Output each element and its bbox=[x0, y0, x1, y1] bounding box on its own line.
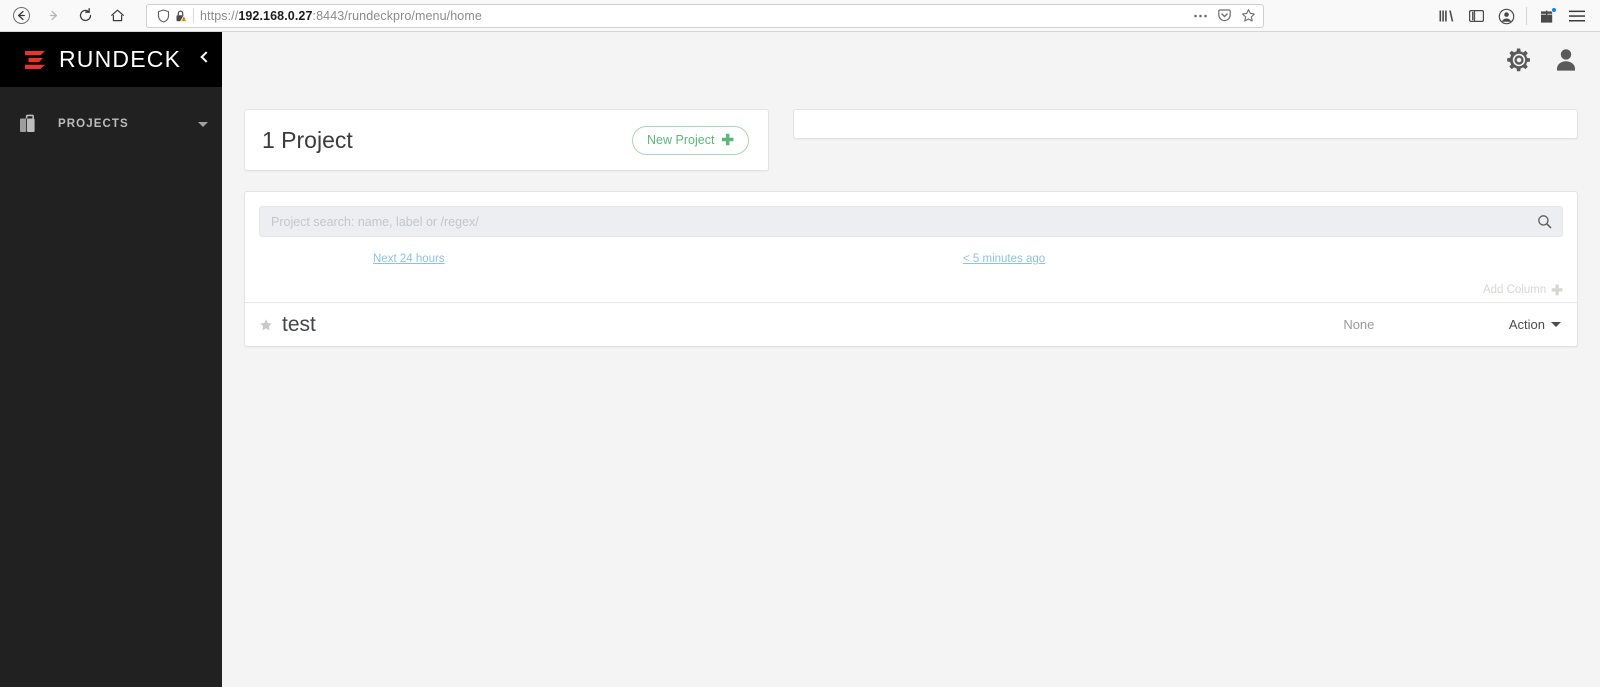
add-column-label: Add Column bbox=[1483, 284, 1546, 296]
rundeck-logo-icon bbox=[22, 47, 48, 73]
sidebar-item-projects[interactable]: PROJECTS bbox=[0, 103, 222, 145]
extensions-button[interactable] bbox=[1532, 2, 1562, 30]
sidebars-button[interactable] bbox=[1461, 2, 1491, 30]
sidebar: RUNDECK PROJECTS bbox=[0, 32, 222, 687]
sidebar-nav: PROJECTS bbox=[0, 87, 222, 145]
app-topbar bbox=[222, 32, 1600, 87]
action-label: Action bbox=[1509, 317, 1545, 332]
project-executions-value: None bbox=[1209, 317, 1509, 332]
insecure-lock-warning-icon[interactable] bbox=[172, 9, 190, 23]
star-bookmark-icon[interactable] bbox=[1240, 8, 1256, 24]
sidebar-item-label: PROJECTS bbox=[44, 118, 198, 130]
browser-toolbar: https://192.168.0.27:8443/rundeckpro/men… bbox=[0, 0, 1600, 32]
brand-header[interactable]: RUNDECK bbox=[0, 32, 222, 87]
user-icon bbox=[1554, 47, 1578, 73]
user-menu-button[interactable] bbox=[1554, 47, 1578, 73]
gear-icon bbox=[1506, 47, 1532, 73]
url-scheme: https:// bbox=[200, 9, 238, 23]
url-path: :8443/rundeckpro/menu/home bbox=[313, 9, 482, 23]
reload-button[interactable] bbox=[70, 2, 100, 30]
tracking-protection-shield-icon[interactable] bbox=[154, 9, 172, 23]
main-content: 1 Project New Project ✚ bbox=[222, 87, 1600, 687]
library-button[interactable] bbox=[1431, 2, 1461, 30]
table-row[interactable]: test None Action bbox=[245, 302, 1577, 346]
plus-icon: ✚ bbox=[721, 133, 734, 148]
back-button[interactable] bbox=[6, 2, 36, 30]
new-project-button[interactable]: New Project ✚ bbox=[632, 126, 749, 155]
url-divider bbox=[193, 8, 194, 23]
add-column-row: Add Column ✚ bbox=[245, 278, 1577, 302]
sidebars-icon bbox=[1468, 8, 1485, 24]
url-bar[interactable]: https://192.168.0.27:8443/rundeckpro/men… bbox=[146, 4, 1264, 28]
project-search-input[interactable] bbox=[259, 206, 1563, 237]
page-title: 1 Project bbox=[262, 127, 353, 154]
back-arrow-icon bbox=[13, 7, 30, 24]
app-menu-button[interactable] bbox=[1562, 2, 1592, 30]
settings-button[interactable] bbox=[1506, 47, 1532, 73]
ellipsis-icon[interactable] bbox=[1192, 8, 1208, 24]
projects-list-card: Next 24 hours < 5 minutes ago Add Column… bbox=[244, 191, 1578, 347]
pocket-icon[interactable] bbox=[1216, 8, 1232, 24]
browser-nav-buttons bbox=[0, 2, 132, 30]
account-button[interactable] bbox=[1491, 2, 1521, 30]
project-name[interactable]: test bbox=[282, 313, 316, 337]
browser-toolbar-right bbox=[1431, 0, 1600, 32]
url-text: https://192.168.0.27:8443/rundeckpro/men… bbox=[200, 9, 1186, 23]
plus-icon: ✚ bbox=[1551, 283, 1563, 297]
url-host: 192.168.0.27 bbox=[238, 9, 312, 23]
briefcase-icon bbox=[18, 113, 44, 135]
toolbar-separator bbox=[1526, 7, 1527, 25]
rundeck-app: RUNDECK PROJECTS bbox=[0, 32, 1600, 687]
brand-name: RUNDECK bbox=[59, 46, 181, 73]
forward-button[interactable] bbox=[38, 2, 68, 30]
chevron-down-icon bbox=[1551, 322, 1561, 327]
sidebar-collapse-button[interactable] bbox=[196, 32, 222, 87]
column-header-last-activity[interactable]: < 5 minutes ago bbox=[963, 253, 1045, 265]
star-icon[interactable] bbox=[259, 318, 273, 332]
add-column-button[interactable]: Add Column ✚ bbox=[1483, 283, 1563, 297]
column-headers-row: Next 24 hours < 5 minutes ago bbox=[245, 244, 1577, 278]
home-icon bbox=[109, 7, 126, 24]
new-project-label: New Project bbox=[647, 133, 714, 147]
chevron-down-icon[interactable] bbox=[198, 122, 208, 127]
library-icon bbox=[1438, 8, 1455, 24]
search-icon[interactable] bbox=[1533, 206, 1555, 237]
extensions-update-badge bbox=[1551, 7, 1557, 13]
side-info-panel bbox=[793, 109, 1578, 139]
url-bar-actions bbox=[1186, 8, 1256, 24]
projects-header-card: 1 Project New Project ✚ bbox=[244, 109, 769, 171]
forward-arrow-icon bbox=[45, 7, 62, 24]
top-cards-row: 1 Project New Project ✚ bbox=[244, 109, 1578, 171]
account-circle-icon bbox=[1498, 8, 1515, 25]
hamburger-menu-icon bbox=[1568, 9, 1586, 23]
reload-icon bbox=[77, 7, 94, 24]
home-button[interactable] bbox=[102, 2, 132, 30]
project-action-menu[interactable]: Action bbox=[1509, 317, 1561, 332]
project-search-area bbox=[245, 192, 1577, 237]
column-header-next-24-hours[interactable]: Next 24 hours bbox=[373, 253, 445, 265]
